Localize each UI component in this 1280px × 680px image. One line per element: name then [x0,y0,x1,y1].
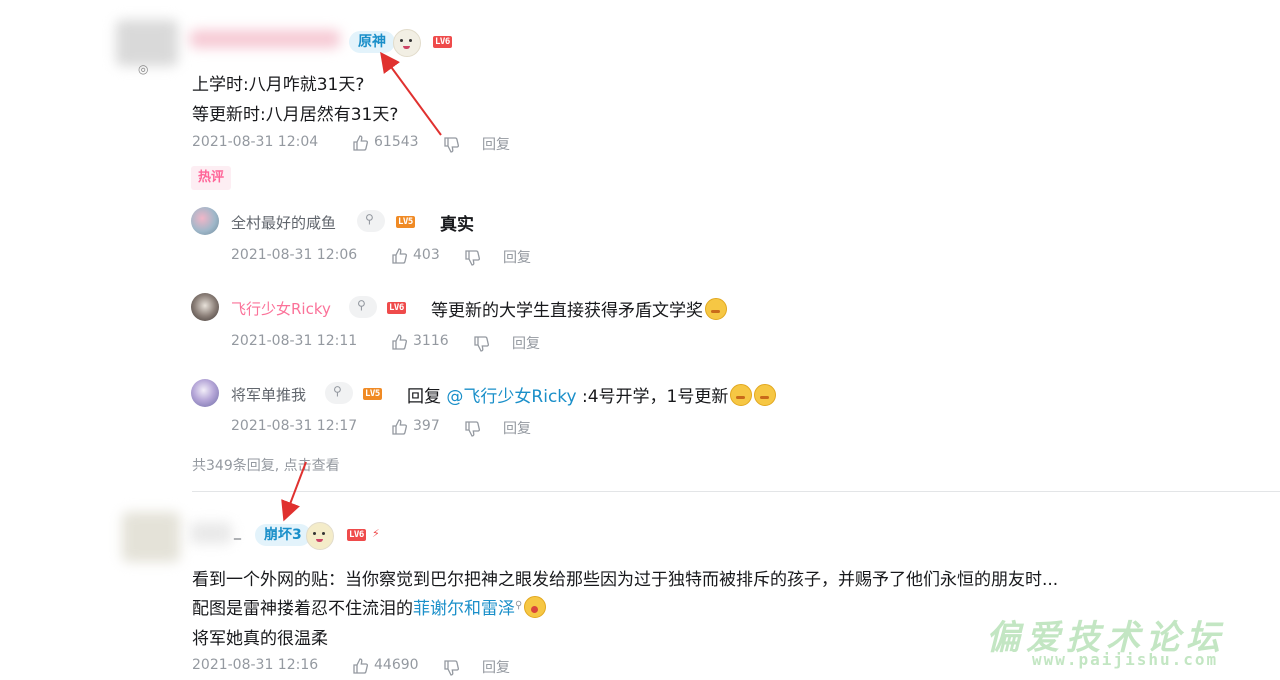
annotation-arrow [281,51,442,522]
watermark-url: www.paijishu.com [1032,650,1219,669]
arrow-to-honkai-badge [281,461,307,522]
arrow-to-genshin-badge [380,51,442,136]
